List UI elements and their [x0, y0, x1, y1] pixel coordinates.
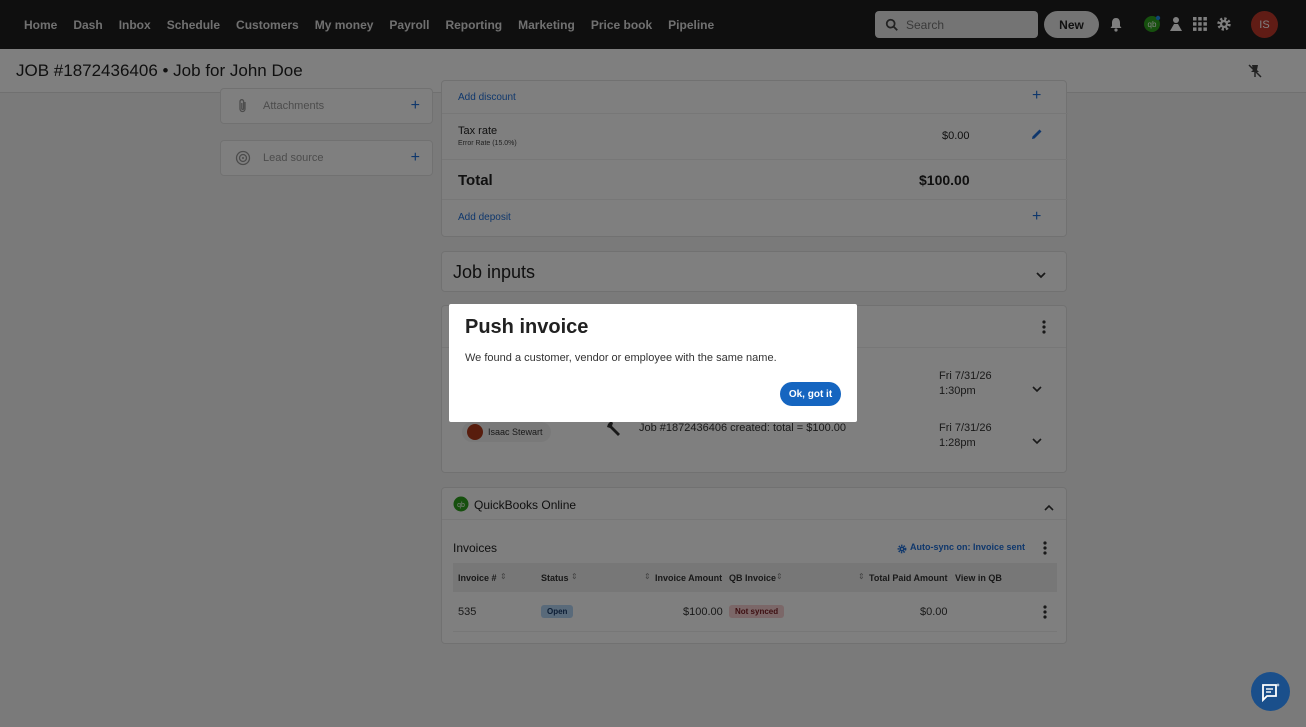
chat-button[interactable]	[1251, 672, 1290, 711]
ok-got-it-button[interactable]: Ok, got it	[780, 382, 841, 406]
dialog-title: Push invoice	[465, 316, 589, 338]
dialog-message: We found a customer, vendor or employee …	[465, 352, 777, 364]
chat-icon	[1261, 682, 1280, 702]
push-invoice-dialog: Push invoice We found a customer, vendor…	[449, 304, 857, 422]
